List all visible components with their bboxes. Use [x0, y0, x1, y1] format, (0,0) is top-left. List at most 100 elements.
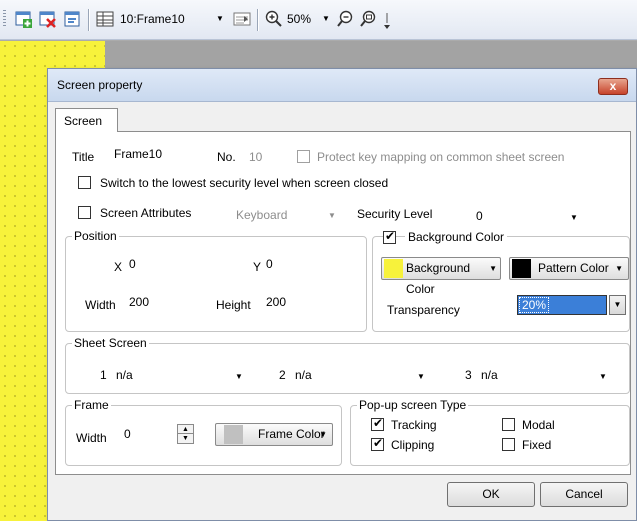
dialog-client: Screen Title No. 10 Protect key mapping … — [48, 103, 636, 520]
transparency-value: 20% — [518, 297, 550, 313]
chevron-down-icon[interactable]: ▼ — [178, 434, 193, 443]
zoom-in-icon[interactable] — [264, 9, 284, 29]
chevron-down-icon: ▼ — [615, 264, 623, 273]
chevron-down-icon[interactable]: ▼ — [570, 213, 578, 222]
sheet-3-select[interactable]: n/a — [481, 368, 498, 382]
sheet-screen-group: Sheet Screen 1 n/a ▼ 2 n/a ▼ 3 n/a ▼ — [65, 336, 630, 394]
close-button[interactable]: x — [598, 78, 628, 95]
chevron-down-icon: ▼ — [319, 430, 327, 439]
width-field[interactable] — [126, 292, 212, 312]
pattern-color-button[interactable]: Pattern Color ▼ — [509, 257, 629, 280]
frame-color-button[interactable]: Frame Color ▼ — [215, 423, 333, 446]
transparency-dropdown-button[interactable]: ▼ — [609, 295, 626, 315]
frame-group: Frame Width ▲ ▼ Frame Color ▼ — [65, 398, 342, 466]
security-level-select[interactable]: 0 — [476, 209, 483, 223]
frame-layout-icon[interactable] — [232, 9, 252, 29]
chevron-down-icon: ▼ — [328, 211, 336, 220]
toolbar: 10:Frame10 ▼ 50% ▼ — [0, 0, 637, 40]
pattern-color-button-label: Pattern Color — [538, 261, 609, 275]
zoom-level[interactable]: 50% — [287, 9, 321, 29]
modal-label: Modal — [522, 418, 555, 432]
frame-width-field[interactable] — [121, 424, 175, 444]
y-label: Y — [253, 260, 262, 274]
pattern-color-swatch — [512, 259, 531, 278]
switch-security-checkbox[interactable] — [78, 176, 91, 189]
fixed-label: Fixed — [522, 438, 552, 452]
title-label: Title — [72, 150, 95, 164]
x-label: X — [114, 260, 123, 274]
no-value: 10 — [249, 150, 263, 164]
switch-security-label: Switch to the lowest security level when… — [100, 176, 389, 190]
position-group-title: Position — [72, 229, 119, 243]
toolbar-grip[interactable] — [3, 10, 6, 28]
clipping-checkbox[interactable] — [371, 436, 384, 451]
delete-screen-icon[interactable] — [38, 9, 58, 29]
sheet-3-label: 3 — [465, 368, 472, 382]
sheet-screen-group-title: Sheet Screen — [72, 336, 149, 350]
screen-property-dialog: Screen property x Screen Title No. 10 Pr… — [47, 68, 637, 521]
security-level-label: Security Level — [357, 207, 433, 221]
cancel-button[interactable]: Cancel — [540, 482, 628, 507]
tab-screen[interactable]: Screen — [55, 108, 118, 132]
background-color-checkbox[interactable] — [383, 229, 396, 244]
height-label: Height — [216, 298, 251, 312]
screen-attributes-checkbox[interactable] — [78, 206, 91, 219]
modal-checkbox[interactable] — [502, 418, 515, 431]
chevron-down-icon[interactable]: ▼ — [417, 372, 425, 381]
position-group: Position X Y Width Height — [65, 229, 367, 332]
tracking-checkbox[interactable] — [371, 416, 384, 431]
tracking-label: Tracking — [391, 418, 437, 432]
toolbar-separator — [88, 9, 89, 31]
transparency-select[interactable]: 20% — [517, 295, 607, 315]
background-color-button[interactable]: Background Color ▼ — [381, 257, 501, 296]
background-color-swatch — [384, 259, 403, 278]
frame-color-swatch — [224, 425, 243, 444]
fixed-checkbox[interactable] — [502, 438, 515, 451]
title-field[interactable] — [111, 144, 204, 164]
chevron-down-icon[interactable]: ▼ — [214, 9, 226, 29]
zoom-fit-icon[interactable] — [359, 9, 379, 29]
frame-list-icon[interactable] — [95, 9, 115, 29]
chevron-up-icon[interactable]: ▲ — [178, 425, 193, 434]
height-field[interactable] — [263, 292, 353, 312]
screen-attributes-label: Screen Attributes — [100, 206, 192, 220]
chevron-down-icon[interactable]: ▼ — [235, 372, 243, 381]
toolbar-separator — [257, 9, 258, 31]
chevron-down-icon: ▼ — [489, 264, 497, 273]
popup-type-group: Pop-up screen Type Tracking Clipping Mod… — [350, 398, 630, 466]
tab-panel-screen: Title No. 10 Protect key mapping on comm… — [55, 131, 631, 475]
y-field[interactable] — [263, 254, 353, 274]
width-label: Width — [85, 298, 116, 312]
screen-attributes-select[interactable]: Keyboard — [236, 208, 287, 222]
clipping-label: Clipping — [391, 438, 435, 452]
ok-button[interactable]: OK — [447, 482, 535, 507]
dialog-title: Screen property — [57, 78, 143, 92]
add-screen-icon[interactable] — [14, 9, 34, 29]
dialog-titlebar[interactable]: Screen property x — [48, 69, 636, 102]
close-icon: x — [609, 79, 617, 93]
transparency-label: Transparency — [387, 303, 460, 317]
popup-type-group-title: Pop-up screen Type — [357, 398, 469, 412]
protect-checkbox[interactable] — [297, 150, 310, 163]
sheet-2-label: 2 — [279, 368, 286, 382]
frame-group-title: Frame — [72, 398, 111, 412]
sheet-2-select[interactable]: n/a — [295, 368, 312, 382]
chevron-down-icon[interactable]: ▼ — [599, 372, 607, 381]
frame-width-stepper[interactable]: ▲ ▼ — [177, 424, 194, 444]
background-color-group-title: Background Color — [405, 230, 508, 244]
sheet-1-label: 1 — [100, 368, 107, 382]
zoom-out-icon[interactable] — [336, 9, 356, 29]
protect-label: Protect key mapping on common sheet scre… — [317, 150, 565, 164]
background-color-button-label: Background Color — [406, 261, 471, 296]
screen-properties-icon[interactable] — [62, 9, 82, 29]
toolbar-overflow-icon[interactable] — [382, 9, 392, 29]
chevron-down-icon: ▼ — [613, 300, 622, 309]
no-label: No. — [217, 150, 236, 164]
chevron-down-icon[interactable]: ▼ — [320, 9, 332, 29]
background-color-group: Background Color Background Color ▼ Patt… — [372, 229, 630, 332]
frame-color-button-label: Frame Color — [258, 427, 325, 441]
sheet-1-select[interactable]: n/a — [116, 368, 133, 382]
frame-width-label: Width — [76, 431, 107, 445]
frame-selector[interactable]: 10:Frame10 — [120, 9, 190, 29]
x-field[interactable] — [126, 254, 212, 274]
